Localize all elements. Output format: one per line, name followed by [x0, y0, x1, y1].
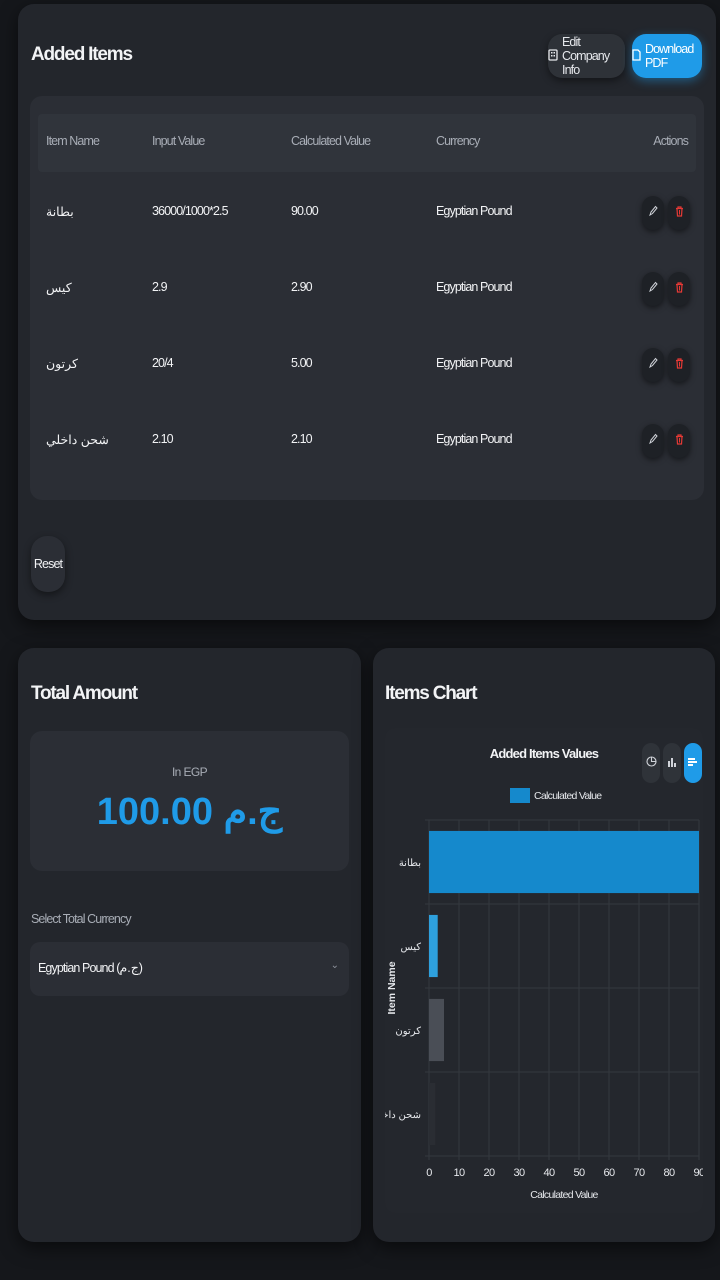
x-tick-label: 10 [453, 1167, 465, 1179]
edit-button[interactable] [642, 272, 664, 306]
file-icon [632, 48, 641, 64]
y-axis-label: Item Name [386, 961, 398, 1014]
legend-label: Calculated Value [534, 790, 602, 802]
pencil-icon [648, 280, 658, 298]
pencil-icon [648, 204, 658, 222]
cell-item-name: كرتون [46, 357, 79, 371]
column-header-calculated-value: Calculated Value [291, 134, 371, 148]
bar-chart: Added Items Values Calculated Value 0 10 20 3… [385, 746, 703, 1201]
download-pdf-button[interactable]: Download PDF [632, 34, 702, 78]
cell-input-value: 20/4 [152, 356, 174, 370]
cell-input-value: 36000/1000*2.5 [152, 204, 229, 218]
x-tick-label: 80 [663, 1167, 675, 1179]
legend-swatch [510, 788, 530, 803]
edit-button[interactable] [642, 424, 664, 458]
total-amount-card: Total Amount In EGP 100.00 ج.م Select To… [18, 648, 361, 1242]
cell-currency: Egyptian Pound [436, 356, 513, 370]
cell-calculated-value: 2.90 [291, 280, 313, 294]
bar [429, 830, 699, 894]
cell-calculated-value: 5.00 [291, 356, 313, 370]
table-header: Item Name Input Value Calculated Value C… [38, 114, 696, 172]
bar [429, 914, 438, 978]
cell-item-name: كيس [46, 281, 73, 295]
table-row: كرتون 20/4 5.00 Egyptian Pound [38, 328, 696, 404]
delete-button[interactable] [668, 272, 690, 306]
column-header-input-value: Input Value [152, 134, 205, 148]
items-chart-card: Items Chart Added Items Values Calculated… [373, 648, 715, 1242]
column-header-item-name: Item Name [46, 134, 100, 148]
trash-icon [675, 204, 684, 222]
cell-currency: Egyptian Pound [436, 280, 513, 294]
currency-select-value: Egyptian Pound (ج.م) [38, 961, 143, 975]
edit-button[interactable] [642, 348, 664, 382]
total-amount-title: Total Amount [31, 683, 138, 704]
trash-icon [675, 432, 684, 450]
x-axis-label: Calculated Value [530, 1189, 598, 1201]
delete-button[interactable] [668, 424, 690, 458]
download-pdf-label: Download PDF [645, 42, 694, 70]
cell-calculated-value: 90.00 [291, 204, 319, 218]
select-currency-label: Select Total Currency [31, 912, 132, 926]
cell-item-name: بطانة [46, 205, 75, 219]
x-tick-label: 30 [513, 1167, 525, 1179]
trash-icon [675, 356, 684, 374]
column-header-currency: Currency [436, 134, 480, 148]
column-header-actions: Actions [653, 134, 689, 148]
cell-currency: Egyptian Pound [436, 432, 513, 446]
pencil-icon [648, 356, 658, 374]
x-tick-label: 20 [483, 1167, 495, 1179]
table-row: بطانة 36000/1000*2.5 90.00 Egyptian Poun… [38, 176, 696, 252]
cell-input-value: 2.9 [152, 280, 168, 294]
table-row: كيس 2.9 2.90 Egyptian Pound [38, 252, 696, 328]
x-tick-label: 90 [693, 1167, 703, 1179]
trash-icon [675, 280, 684, 298]
edit-company-info-label: Edit Company Info [562, 35, 610, 77]
y-tick-label: بطانة [399, 858, 421, 869]
bar [429, 1082, 436, 1146]
total-display: In EGP 100.00 ج.م [30, 731, 349, 871]
edit-button[interactable] [642, 196, 664, 230]
cell-item-name: شحن داخلي [46, 433, 110, 447]
y-tick-label: شحن داخلي [385, 1110, 421, 1121]
x-tick-label: 50 [573, 1167, 585, 1179]
pencil-icon [648, 432, 658, 450]
added-items-card: Added Items Edit Company Info Download P… [18, 4, 716, 620]
cell-calculated-value: 2.10 [291, 432, 313, 446]
items-table: Item Name Input Value Calculated Value C… [30, 96, 704, 500]
delete-button[interactable] [668, 196, 690, 230]
cell-currency: Egyptian Pound [436, 204, 513, 218]
x-tick-label: 0 [426, 1167, 432, 1179]
x-tick-label: 70 [633, 1167, 645, 1179]
bar [429, 998, 444, 1062]
reset-button[interactable]: Reset [31, 536, 65, 592]
cell-input-value: 2.10 [152, 432, 174, 446]
items-chart-title: Items Chart [385, 683, 478, 704]
currency-select[interactable]: Egyptian Pound (ج.م) ⌄ [30, 942, 349, 996]
chart-title: Added Items Values [490, 746, 599, 761]
added-items-title: Added Items [31, 44, 133, 65]
x-tick-label: 40 [543, 1167, 555, 1179]
total-value: 100.00 ج.م [96, 791, 285, 833]
edit-company-info-button[interactable]: Edit Company Info [548, 34, 625, 78]
chart-area: Added Items Values Calculated Value 0 10 20 3… [385, 728, 703, 1213]
delete-button[interactable] [668, 348, 690, 382]
total-currency-subtitle: In EGP [171, 765, 208, 779]
x-tick-label: 60 [603, 1167, 615, 1179]
y-tick-label: كرتون [395, 1026, 421, 1037]
chevron-down-icon: ⌄ [330, 960, 339, 971]
building-icon [548, 48, 558, 64]
y-tick-label: كيس [400, 942, 421, 953]
table-row: شحن داخلي 2.10 2.10 Egyptian Pound [38, 404, 696, 480]
